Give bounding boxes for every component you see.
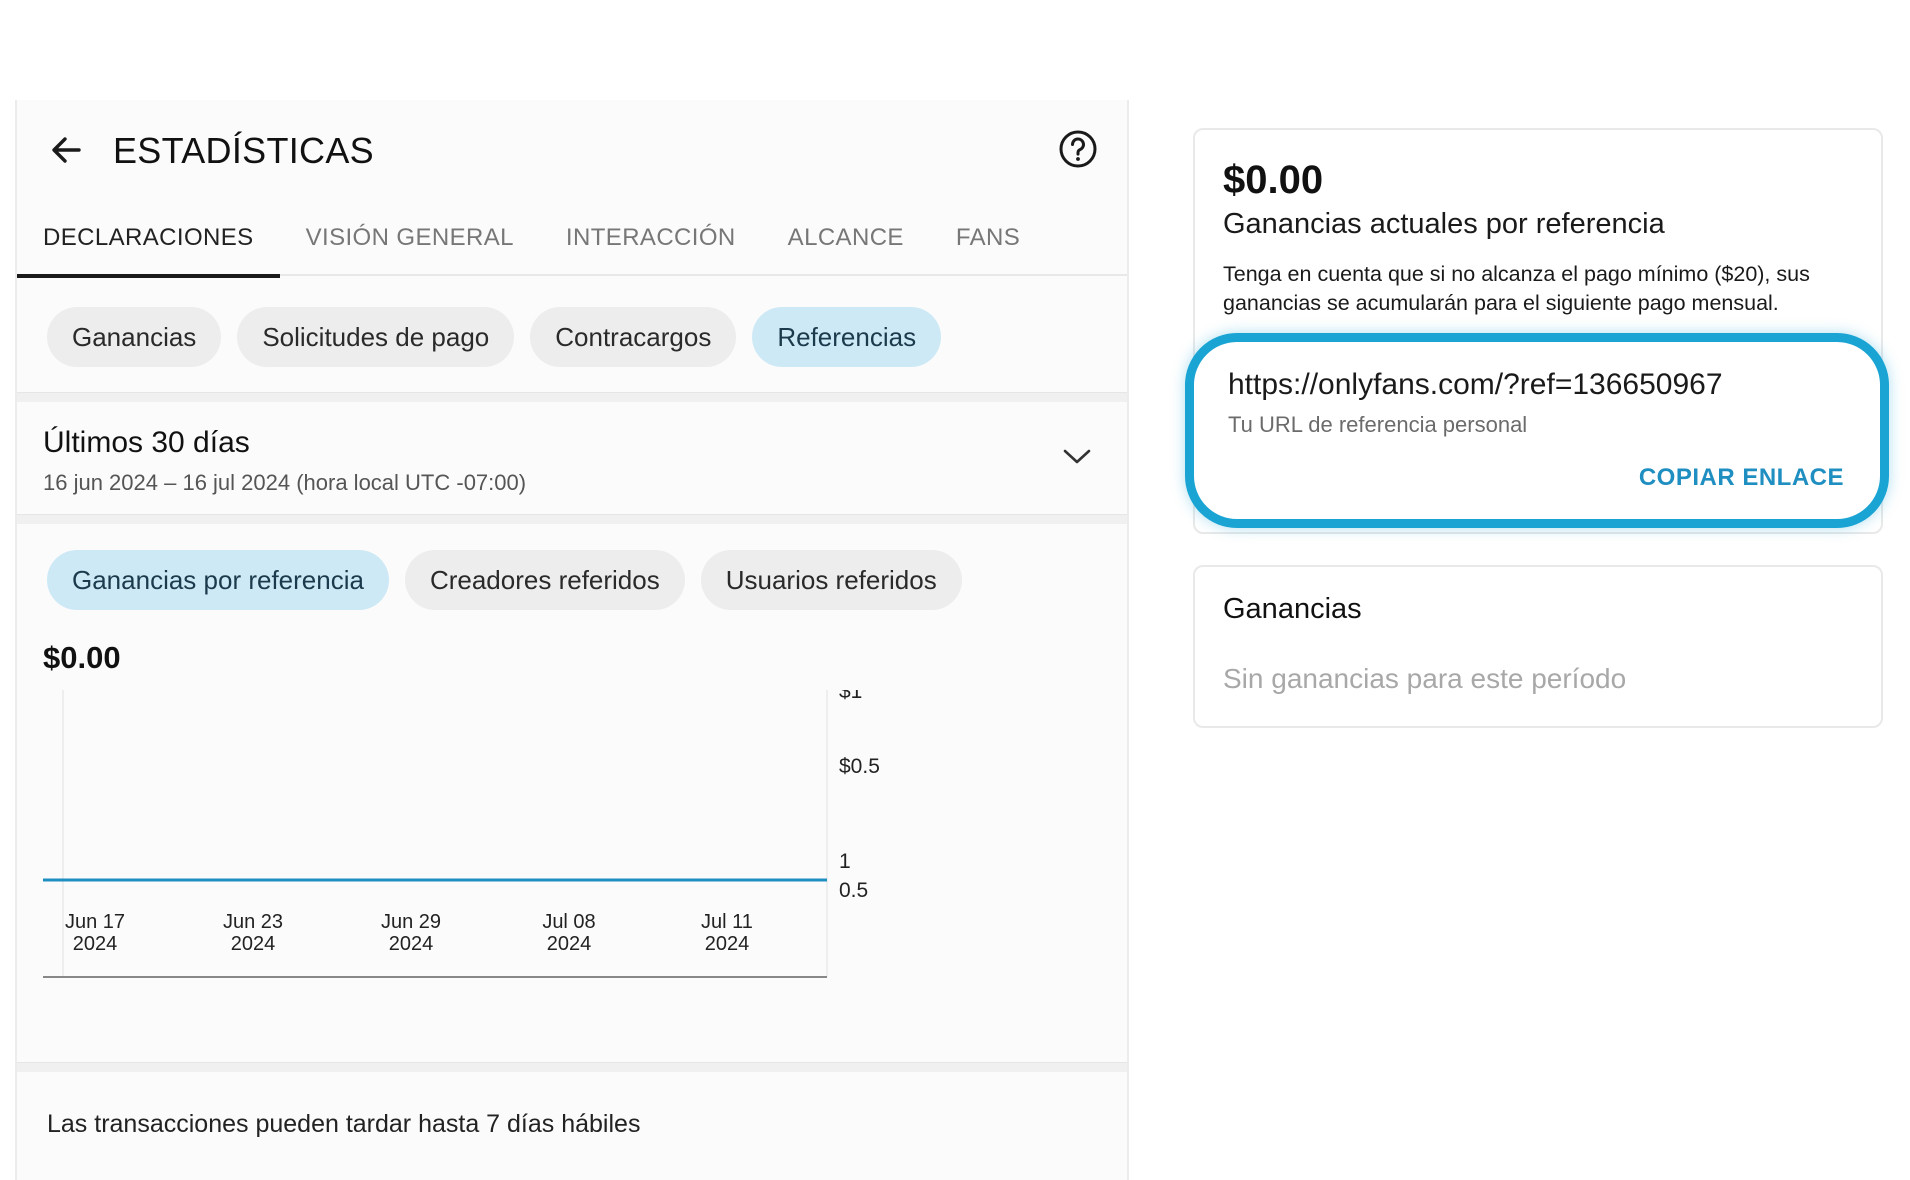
tab-vision-general[interactable]: VISIÓN GENERAL [280, 200, 540, 276]
chart-x-tick-label: Jun 17 [65, 911, 125, 933]
referral-amount: $0.00 [1223, 158, 1324, 202]
tab-fans[interactable]: FANS [930, 200, 1046, 276]
period-range: 16 jun 2024 – 16 jul 2024 (hora local UT… [43, 470, 527, 495]
chart-y-tick-label: $1 [839, 690, 862, 703]
chip-solicitudes-de-pago[interactable]: Solicitudes de pago [237, 307, 515, 367]
page-header: ESTADÍSTICAS [17, 100, 1127, 200]
minimum-payout-note: Tenga en cuenta que si no alcanza el pag… [1223, 262, 1810, 315]
chart-y-tick-label: $0.5 [839, 755, 880, 778]
chart-x-tick-label: Jul 08 [542, 911, 595, 933]
period-title: Últimos 30 días [43, 426, 250, 459]
chart-metric-tabs: Ganancias por referencia Creadores refer… [17, 550, 1127, 610]
chart-total: $0.00 [43, 640, 121, 675]
chip-referencias[interactable]: Referencias [752, 307, 942, 367]
chevron-down-icon[interactable] [1059, 444, 1095, 468]
question-circle-icon[interactable] [1057, 128, 1099, 170]
tab-declaraciones[interactable]: DECLARACIONES [17, 200, 280, 278]
tab-alcance[interactable]: ALCANCE [762, 200, 930, 276]
earnings-chart: $1$0.510.5Jun 172024Jun 232024Jun 292024… [43, 690, 880, 978]
chart-x-tick-label: 2024 [547, 933, 592, 955]
referral-amount-label: Ganancias actuales por referencia [1223, 208, 1665, 240]
chart-x-tick-label: 2024 [231, 933, 276, 955]
arrow-left-icon[interactable] [47, 130, 87, 170]
chart-x-tick-label: 2024 [705, 933, 750, 955]
section-divider [17, 1062, 1127, 1072]
chart-x-tick-label: 2024 [389, 933, 434, 955]
chart-x-tick-label: Jun 23 [223, 911, 283, 933]
referral-url[interactable]: https://onlyfans.com/?ref=136650967 [1228, 368, 1723, 402]
chart-y-tick-label: 1 [839, 850, 851, 873]
earnings-card: Ganancias Sin ganancias para este períod… [1193, 565, 1883, 728]
chip-usuarios-referidos[interactable]: Usuarios referidos [700, 550, 962, 610]
earnings-title: Ganancias [1223, 593, 1362, 625]
transactions-footnote: Las transacciones pueden tardar hasta 7 … [47, 1110, 641, 1138]
copy-link-button[interactable]: COPIAR ENLACE [1639, 464, 1844, 492]
chart-x-tick-label: 2024 [73, 933, 118, 955]
main-tabs: DECLARACIONES VISIÓN GENERAL INTERACCIÓN… [17, 200, 1127, 278]
period-selector[interactable]: Últimos 30 días 16 jun 2024 – 16 jul 202… [17, 402, 1127, 514]
referral-url-box: https://onlyfans.com/?ref=136650967 Tu U… [1185, 333, 1889, 528]
chart-x-tick-label: Jul 11 [701, 911, 753, 933]
section-divider [17, 514, 1127, 524]
chip-ganancias[interactable]: Ganancias [47, 307, 222, 367]
earnings-empty-state: Sin ganancias para este período [1223, 663, 1627, 694]
chart-x-tick-label: Jun 29 [381, 911, 441, 933]
referral-earnings-card: $0.00 Ganancias actuales por referencia … [1185, 128, 1889, 534]
section-divider [17, 392, 1127, 402]
referral-url-label: Tu URL de referencia personal [1228, 412, 1528, 437]
chip-creadores-referidos[interactable]: Creadores referidos [404, 550, 685, 610]
chip-ganancias-por-referencia[interactable]: Ganancias por referencia [47, 550, 389, 610]
chip-contracargos[interactable]: Contracargos [530, 307, 737, 367]
statement-subtabs: Ganancias Solicitudes de pago Contracarg… [17, 307, 1127, 367]
statistics-panel: ESTADÍSTICAS DECLARACIONES VISIÓN GENERA… [15, 100, 1129, 1180]
chart-y-tick-label: 0.5 [839, 879, 868, 902]
tab-interaccion[interactable]: INTERACCIÓN [540, 200, 762, 276]
page-title: ESTADÍSTICAS [113, 130, 374, 171]
